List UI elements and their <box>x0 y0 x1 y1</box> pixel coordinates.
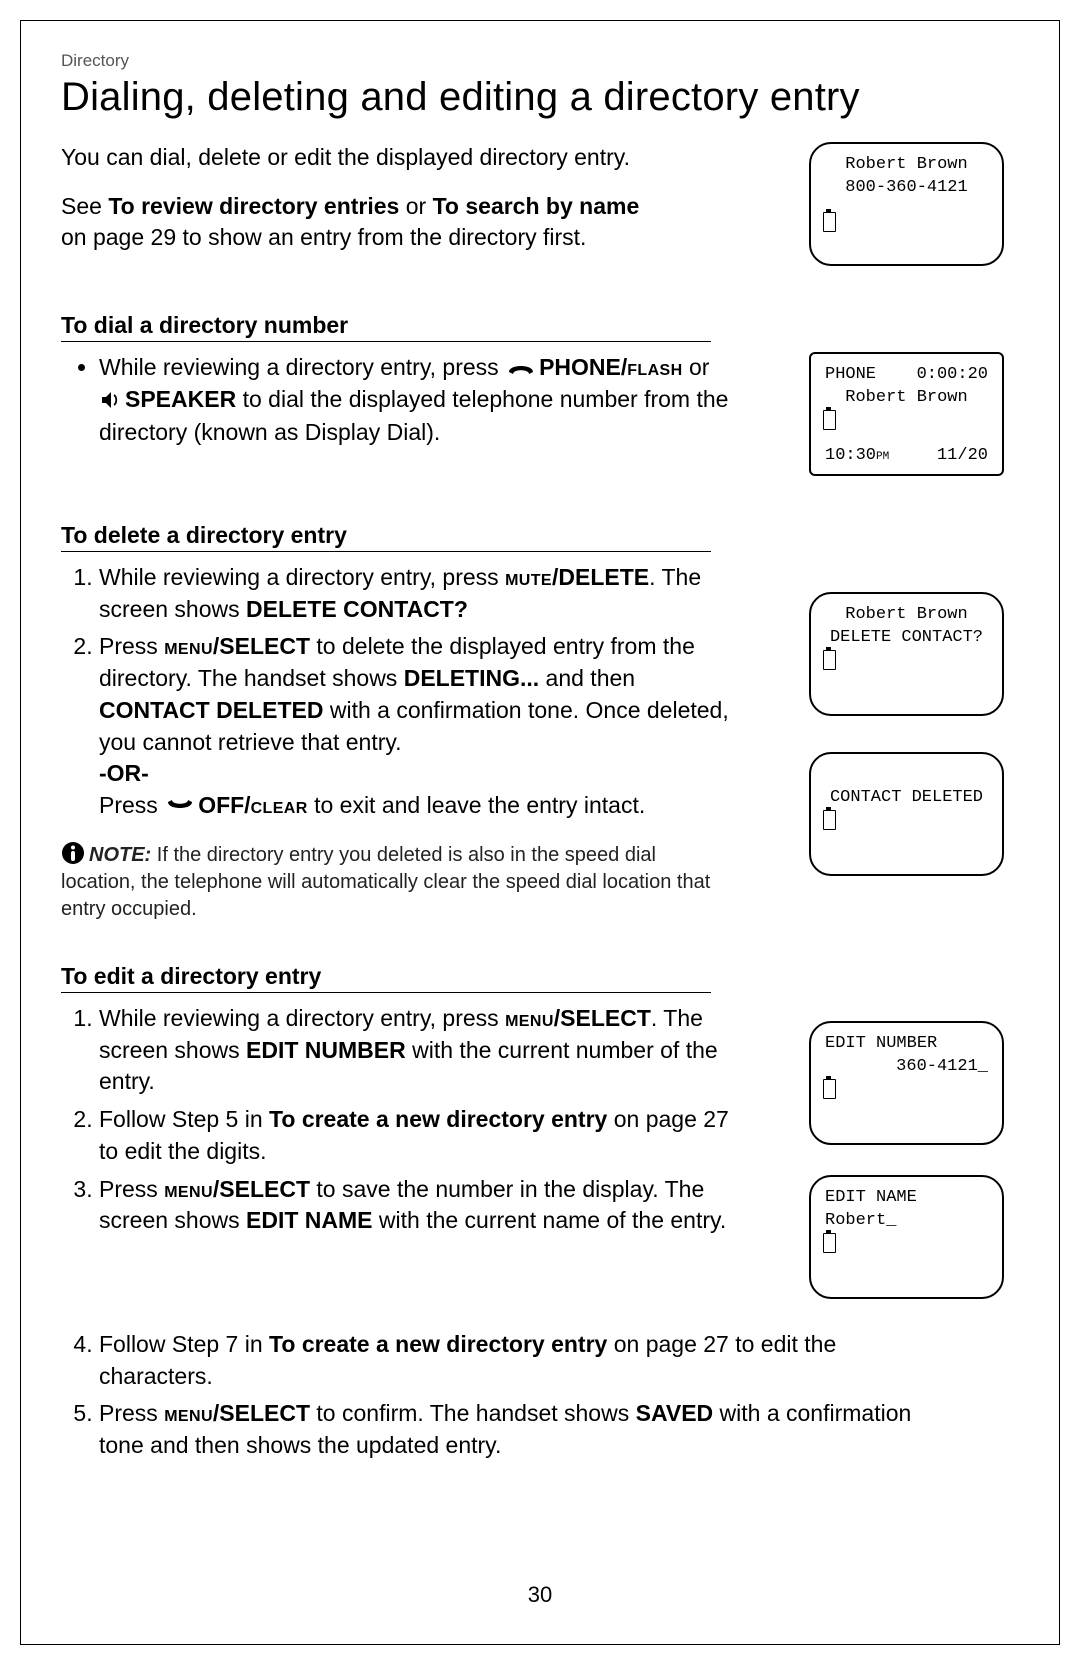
battery-icon <box>823 410 836 430</box>
battery-icon <box>823 1233 836 1253</box>
dial-step: While reviewing a directory entry, press… <box>99 352 739 448</box>
breadcrumb: Directory <box>61 51 1019 71</box>
lcd-screen-edit-name: EDIT NAME Robert_ <box>809 1175 1004 1299</box>
page-title: Dialing, deleting and editing a director… <box>61 75 1019 120</box>
lcd-screen-dialing: PHONE0:00:20 Robert Brown 10:30PM11/20 <box>809 352 1004 476</box>
note-text: NOTE: If the directory entry you deleted… <box>61 841 721 923</box>
page-number: 30 <box>21 1582 1059 1608</box>
battery-icon <box>823 650 836 670</box>
heading-edit: To edit a directory entry <box>61 963 711 993</box>
battery-icon <box>823 212 836 232</box>
intro-text: You can dial, delete or edit the display… <box>61 142 701 173</box>
lcd-screen-directory-entry: Robert Brown 800-360-4121 <box>809 142 1004 266</box>
off-icon <box>166 791 194 823</box>
lcd-screen-contact-deleted: CONTACT DELETED <box>809 752 1004 876</box>
heading-delete: To delete a directory entry <box>61 522 711 552</box>
speaker-icon <box>101 386 121 417</box>
lcd-screen-delete-prompt: Robert Brown DELETE CONTACT? <box>809 592 1004 716</box>
info-icon <box>61 841 85 865</box>
edit-step-4: Follow Step 7 in To create a new directo… <box>99 1329 919 1392</box>
edit-step-1: While reviewing a directory entry, press… <box>99 1003 739 1098</box>
see-also-text: See To review directory entries or To se… <box>61 191 671 253</box>
delete-step-2: Press MENU/SELECT to delete the displaye… <box>99 631 739 822</box>
edit-step-5: Press MENU/SELECT to confirm. The handse… <box>99 1398 919 1461</box>
battery-icon <box>823 1079 836 1099</box>
phone-icon <box>507 353 535 384</box>
heading-dial: To dial a directory number <box>61 312 711 342</box>
delete-step-1: While reviewing a directory entry, press… <box>99 562 739 625</box>
lcd-screen-edit-number: EDIT NUMBER 360-4121_ <box>809 1021 1004 1145</box>
battery-icon <box>823 810 836 830</box>
edit-step-3: Press MENU/SELECT to save the number in … <box>99 1174 739 1237</box>
edit-step-2: Follow Step 5 in To create a new directo… <box>99 1104 739 1167</box>
